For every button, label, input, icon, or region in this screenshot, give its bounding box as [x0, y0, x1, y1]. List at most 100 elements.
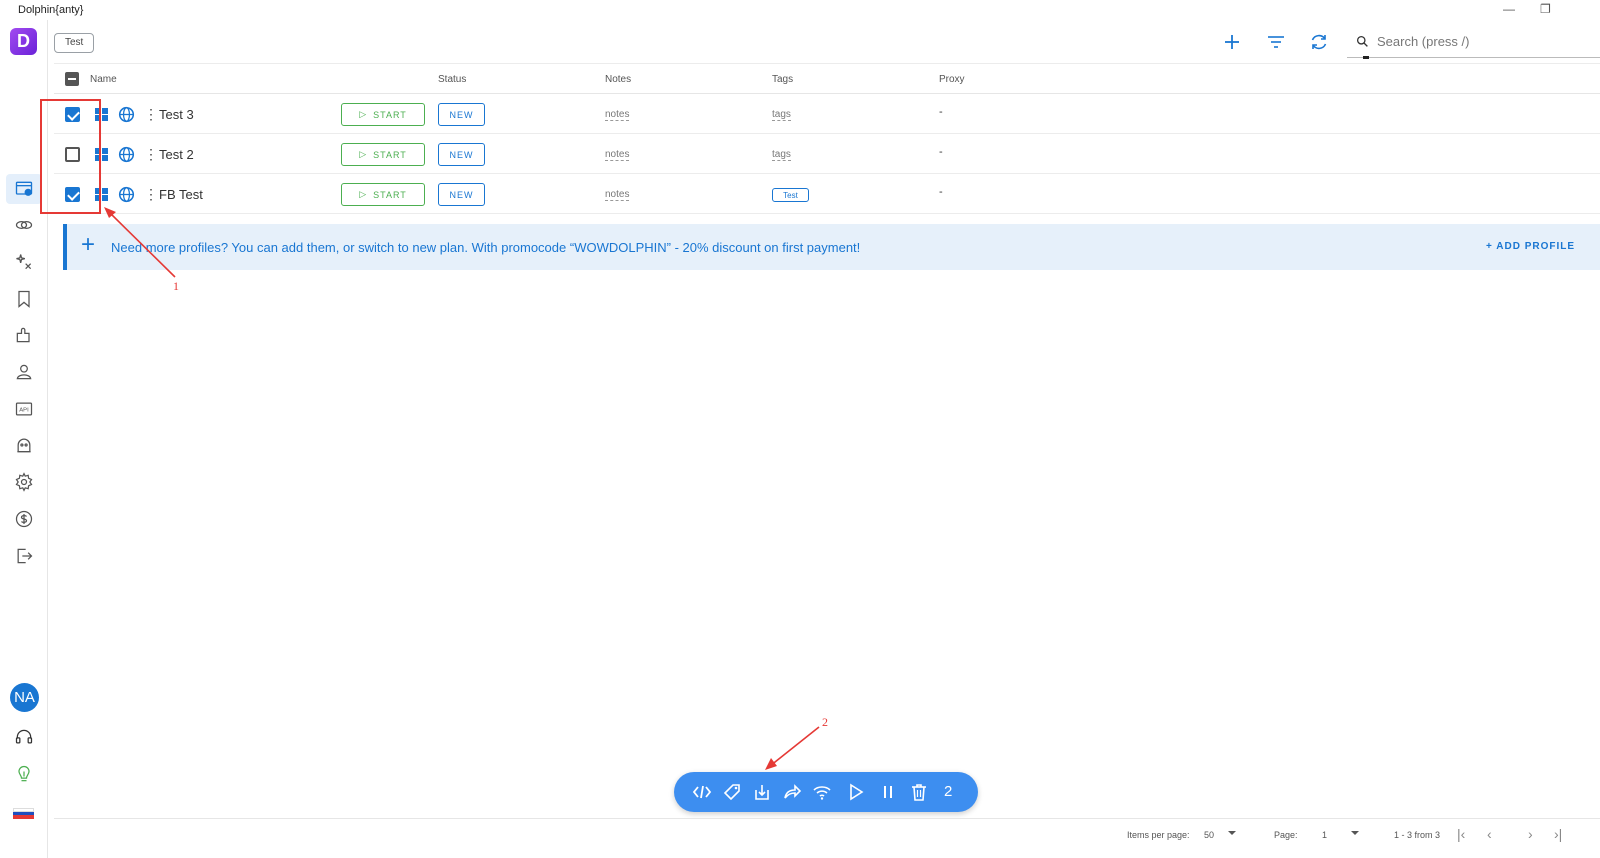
- status-badge[interactable]: NEW: [438, 183, 485, 206]
- tag-chip[interactable]: Test: [772, 188, 809, 202]
- lightbulb-icon[interactable]: [12, 762, 36, 786]
- windows-pane: [102, 155, 108, 161]
- select-all-checkbox[interactable]: [65, 72, 79, 86]
- proxy-wifi-icon[interactable]: [812, 782, 832, 802]
- windows-pane: [102, 148, 108, 154]
- plus-icon[interactable]: +: [81, 233, 95, 257]
- globe-icon: [118, 186, 135, 203]
- trash-icon[interactable]: [909, 782, 929, 802]
- row-menu-icon[interactable]: ⋮: [144, 146, 158, 163]
- items-per-page-chevron-icon[interactable]: [1228, 831, 1236, 835]
- page-select[interactable]: 1: [1322, 830, 1327, 840]
- range-text: 1 - 3 from 3: [1394, 830, 1441, 840]
- annotation-label-2: 2: [822, 715, 828, 729]
- promo-banner: + Need more profiles? You can add them, …: [63, 224, 1600, 270]
- annotation-arrow-2: [765, 726, 820, 770]
- annotation-box-1: [40, 99, 101, 214]
- browser-profiles-icon[interactable]: [12, 177, 36, 201]
- refresh-icon[interactable]: [1309, 32, 1329, 52]
- logout-icon[interactable]: [12, 544, 36, 568]
- notes-field[interactable]: notes: [605, 109, 630, 121]
- status-badge[interactable]: NEW: [438, 103, 485, 126]
- start-button-label: START: [373, 109, 407, 120]
- notes-field[interactable]: notes: [605, 189, 630, 201]
- last-page-icon[interactable]: ›|: [1554, 826, 1562, 842]
- profile-name[interactable]: FB Test: [159, 187, 203, 202]
- billing-icon[interactable]: [12, 507, 36, 531]
- play-icon[interactable]: [846, 782, 866, 802]
- annotation-label-1: 1: [173, 279, 179, 293]
- table-header: Name Status Notes Tags Proxy: [54, 64, 1600, 94]
- profile-name[interactable]: Test 2: [159, 147, 194, 162]
- add-profile-icon[interactable]: [1222, 32, 1242, 52]
- settings-icon[interactable]: [12, 470, 36, 494]
- restore-button[interactable]: ❐: [1540, 2, 1551, 16]
- column-header-name[interactable]: Name: [90, 74, 117, 85]
- proxy-value: -: [939, 146, 943, 158]
- start-button[interactable]: ▷ START: [341, 183, 425, 206]
- globe-icon: [118, 146, 135, 163]
- items-per-page-select[interactable]: 50: [1204, 830, 1214, 840]
- column-header-proxy[interactable]: Proxy: [939, 74, 965, 85]
- export-icon[interactable]: [752, 782, 772, 802]
- windows-pane: [102, 115, 108, 121]
- profile-name[interactable]: Test 3: [159, 107, 194, 122]
- column-header-status[interactable]: Status: [438, 74, 466, 85]
- search-placeholder: Search (press /): [1377, 34, 1470, 49]
- previous-page-icon[interactable]: ‹: [1487, 826, 1492, 842]
- filter-icon[interactable]: [1266, 32, 1286, 52]
- team-icon[interactable]: [12, 360, 36, 384]
- row-menu-icon[interactable]: ⋮: [144, 106, 158, 123]
- code-icon[interactable]: [692, 782, 712, 802]
- column-header-notes[interactable]: Notes: [605, 74, 631, 85]
- proxy-value: -: [939, 106, 943, 118]
- start-button-label: START: [373, 189, 407, 200]
- items-per-page-label: Items per page:: [1127, 830, 1190, 840]
- windows-pane: [102, 195, 108, 201]
- api-icon[interactable]: API: [12, 397, 36, 421]
- extensions-icon[interactable]: [12, 323, 36, 347]
- windows-pane: [102, 188, 108, 194]
- play-icon: ▷: [359, 189, 368, 199]
- pagination-footer: Items per page: 50 Page: 1 1 - 3 from 3 …: [54, 818, 1600, 858]
- pause-icon[interactable]: [878, 782, 898, 802]
- language-flag-icon[interactable]: [13, 808, 34, 819]
- column-header-tags[interactable]: Tags: [772, 74, 793, 85]
- tags-field[interactable]: tags: [772, 109, 791, 121]
- table-row[interactable]: ⋮ Test 2 ▷ START NEW notes tags -: [54, 134, 1600, 174]
- table-row[interactable]: ⋮ FB Test ▷ START NEW notes Test -: [54, 174, 1600, 214]
- folder-chip[interactable]: Test: [54, 33, 95, 53]
- app-logo[interactable]: D: [10, 28, 37, 55]
- start-button[interactable]: ▷ START: [341, 103, 425, 126]
- minimize-button[interactable]: —: [1503, 2, 1515, 16]
- add-profile-link[interactable]: + ADD PROFILE: [1486, 241, 1575, 252]
- avatar[interactable]: NA: [10, 683, 39, 712]
- next-page-icon[interactable]: ›: [1528, 826, 1533, 842]
- start-button[interactable]: ▷ START: [341, 143, 425, 166]
- table-row[interactable]: ⋮ Test 3 ▷ START NEW notes tags -: [54, 94, 1600, 134]
- notes-field[interactable]: notes: [605, 149, 630, 161]
- tag-icon[interactable]: [722, 782, 742, 802]
- automation-icon[interactable]: [12, 250, 36, 274]
- play-icon: ▷: [359, 149, 368, 159]
- annotation-arrow-1: [104, 207, 176, 278]
- status-badge[interactable]: NEW: [438, 143, 485, 166]
- share-icon[interactable]: [782, 782, 802, 802]
- first-page-icon[interactable]: |‹: [1457, 826, 1465, 842]
- bulk-action-bar: 2: [674, 772, 978, 812]
- api-icon-label: API: [19, 408, 29, 414]
- selected-count: 2: [944, 783, 953, 800]
- title-bar: Dolphin{anty} — ❐: [0, 0, 1600, 20]
- play-icon: ▷: [359, 109, 368, 119]
- globe-icon: [118, 106, 135, 123]
- search-input[interactable]: Search (press /): [1347, 26, 1600, 59]
- top-bar: Test Search (press /): [54, 20, 1600, 64]
- page-chevron-icon[interactable]: [1351, 831, 1359, 835]
- cookie-robot-icon[interactable]: [12, 433, 36, 457]
- bookmarks-icon[interactable]: [12, 287, 36, 311]
- proxies-icon[interactable]: [12, 213, 36, 237]
- support-headset-icon[interactable]: [12, 725, 36, 749]
- page-label: Page:: [1274, 830, 1298, 840]
- row-menu-icon[interactable]: ⋮: [144, 186, 158, 203]
- tags-field[interactable]: tags: [772, 149, 791, 161]
